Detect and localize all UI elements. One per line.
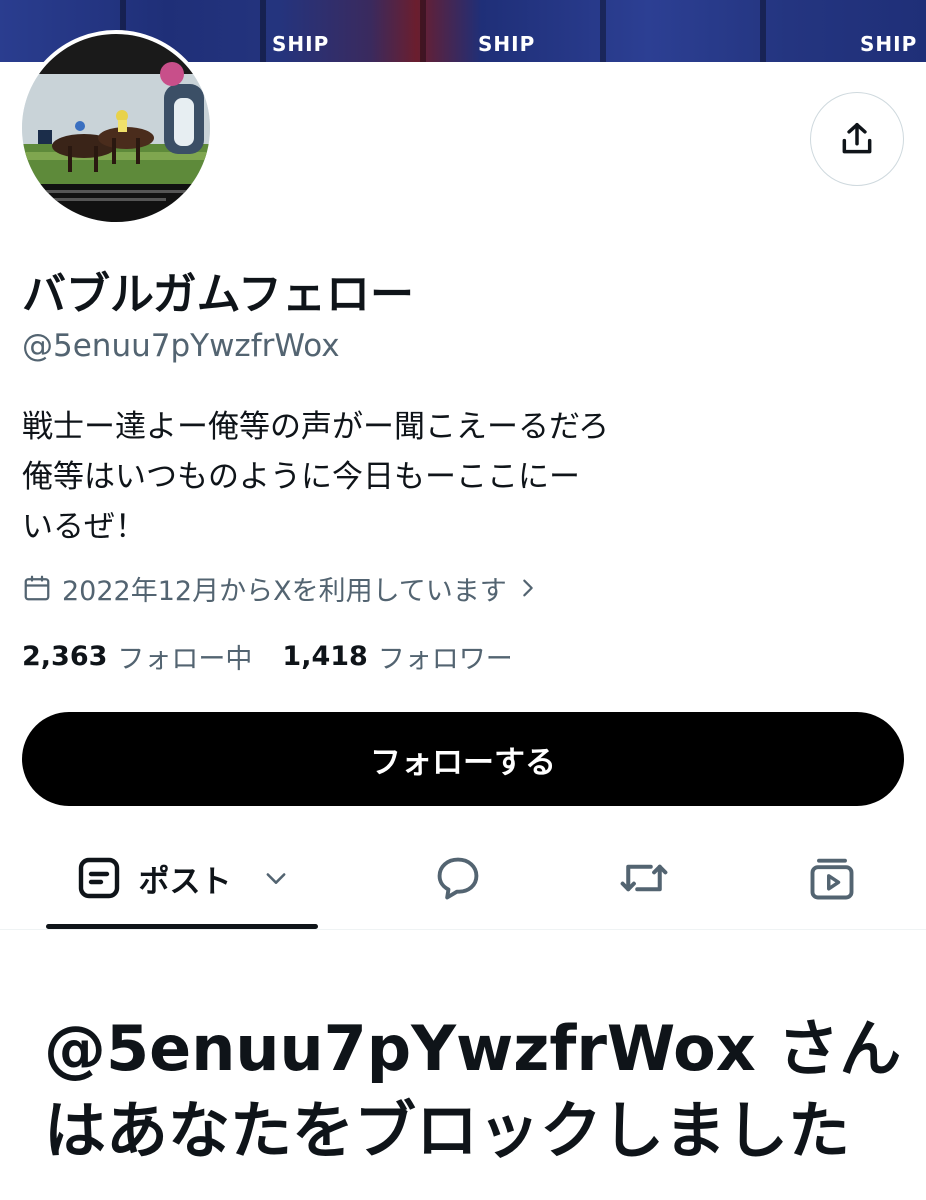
profile-bio: 戦士ー達よー俺等の声がー聞こえーるだろ 俺等はいつものように今日もーここにー い… xyxy=(22,402,682,552)
blocked-notice: @5enuu7pYwzfrWox さん はあなたをブロックしました xyxy=(44,1008,904,1172)
avatar-horse-race-image xyxy=(22,34,210,222)
followers-link[interactable]: 1,418 フォロワー xyxy=(282,637,512,676)
profile-tabs: ポスト xyxy=(0,828,926,930)
chevron-down-icon[interactable] xyxy=(262,864,290,892)
avatar[interactable] xyxy=(18,30,214,226)
profile-page: SHIP SHIP SHIP バブルガムフェロー @5enuu7pYwzfrWo… xyxy=(0,0,926,1200)
calendar-icon xyxy=(24,575,50,601)
follow-stats: 2,363 フォロー中 1,418 フォロワー xyxy=(22,634,543,678)
tab-posts[interactable]: ポスト xyxy=(46,828,318,928)
active-tab-indicator xyxy=(46,924,318,929)
following-link[interactable]: 2,363 フォロー中 xyxy=(22,637,252,676)
reposts-icon xyxy=(620,864,668,892)
following-count: 2,363 xyxy=(22,640,108,672)
tab-posts-label: ポスト xyxy=(138,863,232,900)
replies-icon xyxy=(437,857,479,900)
joined-date-row[interactable]: 2022年12月からXを利用しています xyxy=(22,566,539,610)
following-label: フォロー中 xyxy=(117,643,253,675)
banner-sponsor-text: SHIP xyxy=(860,32,918,56)
followers-count: 1,418 xyxy=(282,640,368,672)
display-name: バブルガムフェロー xyxy=(22,269,415,320)
bio-line: いるぜ！ xyxy=(22,509,146,545)
chevron-right-icon xyxy=(522,579,533,597)
tab-media[interactable] xyxy=(792,828,872,928)
banner-sponsor-text: SHIP xyxy=(272,32,330,56)
blocked-notice-line: はあなたをブロックしました xyxy=(44,1094,851,1167)
joined-date-text: 2022年12月からXを利用しています xyxy=(62,575,507,607)
user-handle: @5enuu7pYwzfrWox xyxy=(22,328,340,364)
followers-label: フォロワー xyxy=(377,643,513,675)
bio-line: 戦士ー達よー俺等の声がー聞こえーるだろ xyxy=(22,409,610,445)
posts-icon xyxy=(78,857,119,899)
tab-replies[interactable] xyxy=(418,828,498,928)
blocked-notice-line: @5enuu7pYwzfrWox さん xyxy=(44,1012,902,1085)
bio-line: 俺等はいつものように今日もーここにー xyxy=(22,459,580,495)
banner-sponsor-text: SHIP xyxy=(478,32,536,56)
tab-reposts[interactable] xyxy=(604,828,684,928)
share-button[interactable] xyxy=(810,92,904,186)
share-icon xyxy=(842,123,872,154)
media-icon xyxy=(810,858,854,900)
follow-button[interactable]: フォローする xyxy=(22,712,904,806)
